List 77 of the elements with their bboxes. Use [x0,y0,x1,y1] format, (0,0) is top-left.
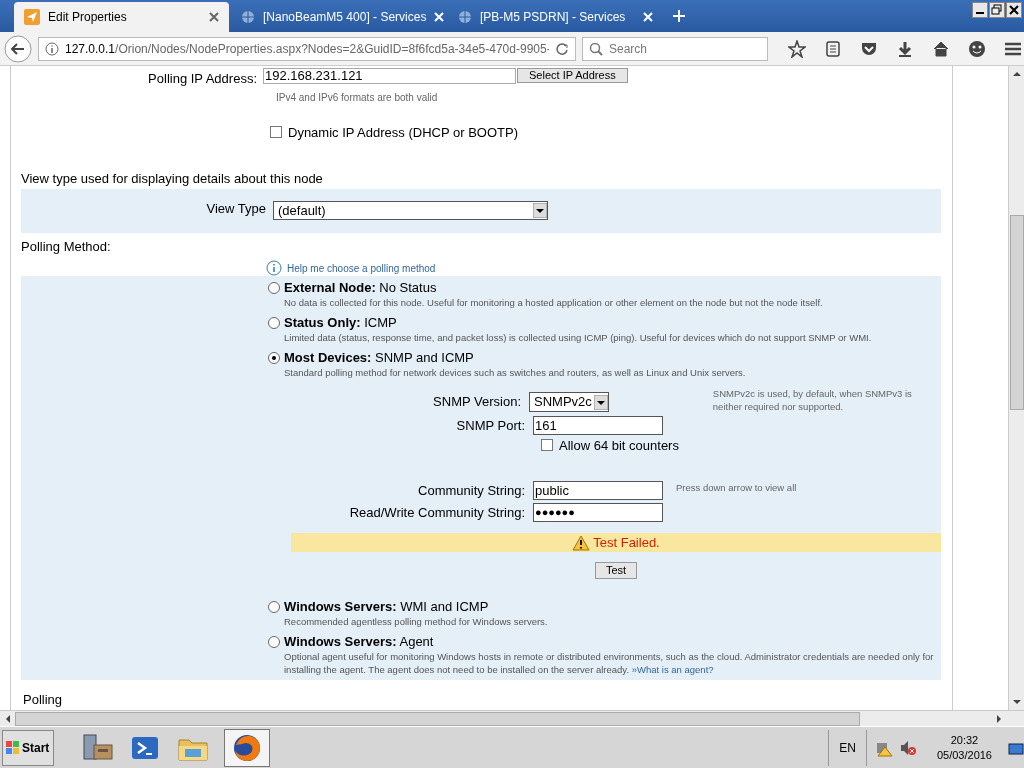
radio-button[interactable] [268,636,280,648]
reading-list-icon[interactable] [824,39,842,58]
rw-community-string-input[interactable]: ●●●●●● [533,502,663,522]
option-description: Standard polling method for network devices such as switches and routers, as well as Linux and Unix servers. [284,366,747,379]
option-description: No data is collected for this node. Useful for monitoring a hosted application or other element on the node but not the node itself. [284,296,824,309]
search-field[interactable]: Search [582,36,768,61]
checkbox-label: Allow 64 bit counters [559,436,679,455]
dropdown-arrow-icon [593,394,608,410]
language-indicator[interactable]: EN [828,729,856,766]
smiley-icon[interactable] [968,39,986,58]
globe-icon [458,10,472,24]
snmp-version-dropdown[interactable]: SNMPv2c [529,392,609,412]
clock[interactable]: 20:32 05/03/2016 [936,732,992,763]
download-icon[interactable] [896,39,914,58]
close-icon[interactable] [1006,2,1022,18]
radio-button[interactable] [268,317,280,329]
field-label: Community String: [417,482,526,500]
hint-text: IPv4 and IPv6 formats are both valid [276,90,439,105]
note-text: Press down arrow to view all [676,481,797,495]
reload-icon[interactable] [555,41,569,56]
vertical-scrollbar[interactable] [1008,66,1024,710]
scroll-up-icon[interactable] [1011,69,1022,79]
community-string-input[interactable]: public [533,481,663,501]
error-text: Test Failed. [593,533,660,552]
checkbox[interactable] [270,126,282,139]
checkbox[interactable] [541,439,553,452]
field-label: Polling IP Address: [147,70,258,88]
warning-icon [572,534,591,551]
scroll-down-icon[interactable] [1011,697,1022,707]
restore-icon[interactable] [989,2,1005,18]
ip-input[interactable]: 192.168.231.121 [263,68,516,84]
option-title[interactable]: Status Only: ICMP [284,315,934,331]
option-description: Limited data (status, response time, and packet loss) is collected using ICMP (ping). Useful for devices which do not support SNMP or WMI. [284,331,873,344]
option-title[interactable]: External Node: No Status [284,280,934,296]
globe-icon [241,10,255,24]
plus-icon[interactable] [673,10,685,22]
note-text: SNMPv2c is used, by default, when SNMPv3 is neither required nor supported. [712,387,913,413]
search-icon [589,41,603,56]
radio-button[interactable] [268,601,280,613]
scrollbar-thumb[interactable] [15,711,860,726]
star-icon[interactable] [788,39,806,58]
test-button[interactable]: Test [594,562,638,579]
view-type-dropdown[interactable]: (default) [273,201,548,220]
horizontal-scrollbar[interactable] [0,710,1024,726]
back-icon[interactable] [4,34,32,63]
field-label: View Type [205,200,267,219]
radio-button[interactable] [268,282,280,294]
option-description: Recommended agentless polling method for Windows servers. [284,615,549,628]
field-label: SNMP Port: [455,417,526,435]
firefox-taskbar-button[interactable] [224,728,270,767]
field-label: Read/Write Community String: [348,503,526,522]
info-icon [45,41,59,56]
option-title[interactable]: Windows Servers: WMI and ICMP [284,599,934,615]
scrollbar-thumb[interactable] [1009,215,1024,410]
minimize-icon[interactable] [972,2,988,18]
snmp-port-input[interactable]: 161 [533,416,663,436]
windows-logo-icon [6,740,20,755]
info-icon [266,260,282,276]
scroll-right-icon[interactable] [994,713,1004,724]
option-description: Optional agent useful for monitoring Windows hosts in remote or distributed environments, such as the cloud. Administrator credentials are needed only for installing the agent. The agent does not need to be installed on the server already. »What is an agent? [284,650,934,676]
section-heading: Polling [23,691,64,709]
dropdown-arrow-icon [533,203,547,218]
field-label: SNMP Version: [432,393,522,412]
browser-tab[interactable]: [NanoBeamM5 400] - Services [231,2,446,32]
select-ip-button[interactable]: Select IP Address [517,68,628,83]
what-is-agent-link[interactable]: »What is an agent? [631,664,714,675]
start-button[interactable]: Start [2,729,54,766]
checkbox-label: Dynamic IP Address (DHCP or BOOTP) [288,123,518,142]
home-icon[interactable] [932,39,950,58]
option-title[interactable]: Most Devices: SNMP and ICMP [284,350,934,366]
help-link[interactable]: Help me choose a polling method [287,260,436,276]
section-heading: View type used for displaying details about this node [21,170,324,188]
section-heading: Polling Method: [21,237,112,256]
option-title[interactable]: Windows Servers: Agent [284,634,934,650]
browser-tab[interactable]: [PB-M5 PSDRN] - Services [448,2,663,32]
browser-tab[interactable]: Edit Properties [14,2,229,32]
radio-button[interactable] [268,352,280,364]
